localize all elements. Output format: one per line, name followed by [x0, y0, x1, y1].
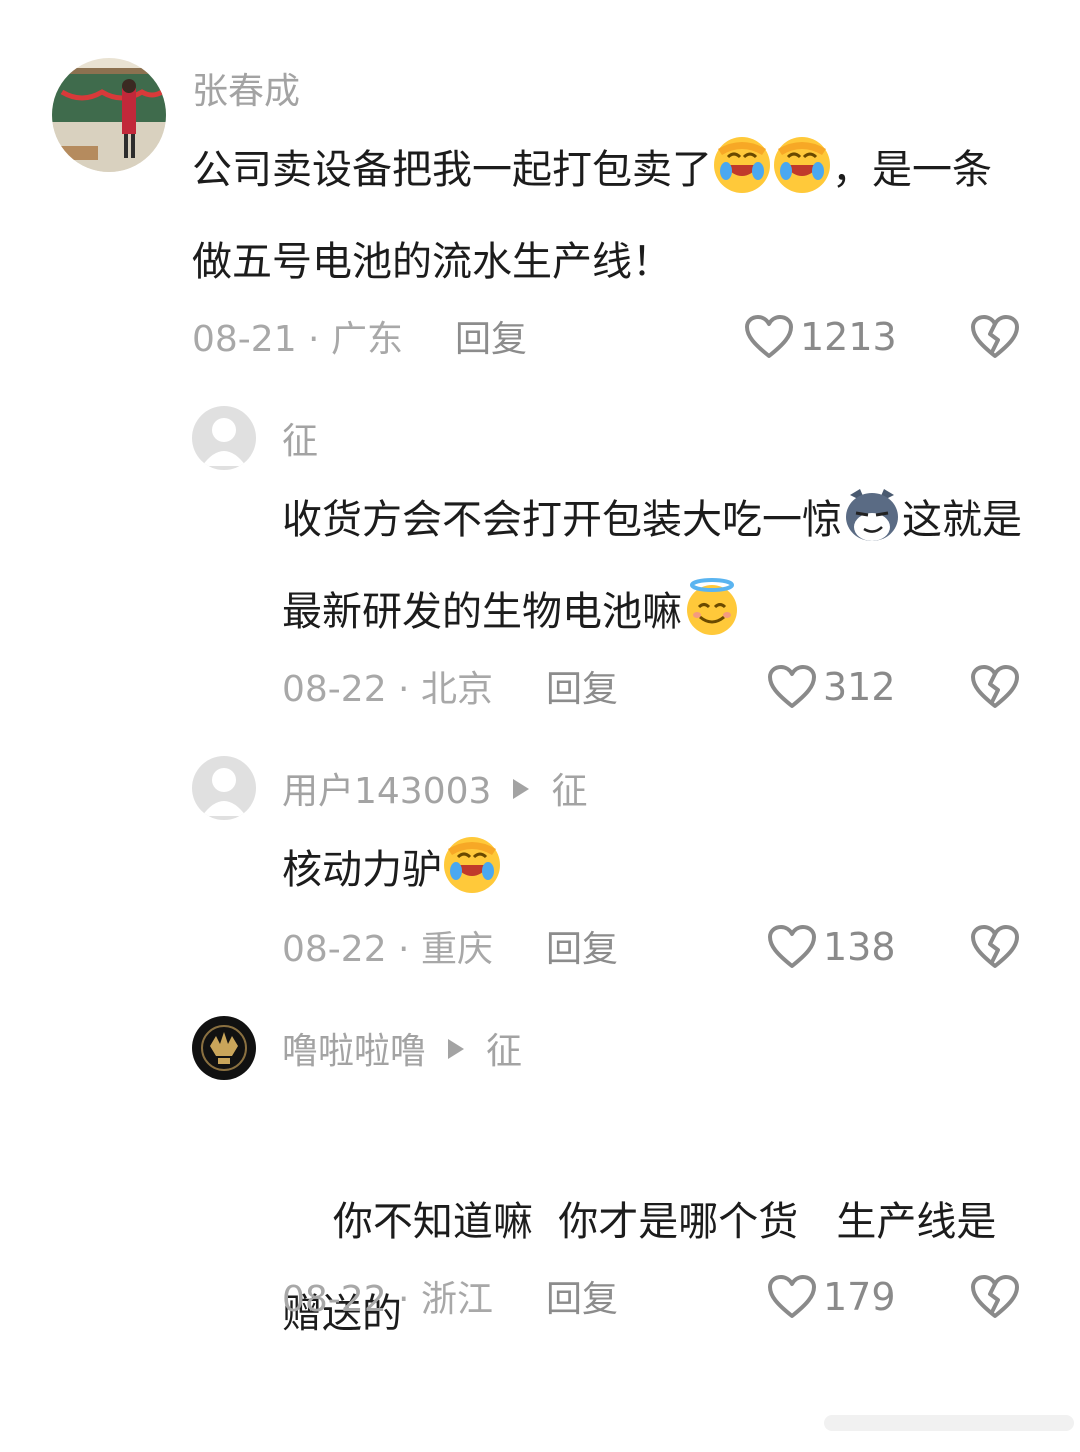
date-location: 08-22 · 重庆 [282, 929, 493, 970]
smiling-halo-emoji [687, 578, 737, 635]
reply-button[interactable]: 回复 [546, 1278, 618, 1322]
reply-to-username[interactable]: 征 [486, 1031, 522, 1072]
broken-heart-icon [971, 315, 1019, 358]
username[interactable]: 征 [282, 420, 318, 464]
reply-button[interactable]: 回复 [546, 928, 618, 972]
facepalm-laughing-emoji [774, 137, 830, 193]
heart-outline-icon [745, 315, 793, 358]
avatar[interactable] [192, 1016, 256, 1080]
like-button[interactable]: 312 [767, 664, 896, 710]
broken-heart-icon [971, 665, 1019, 708]
comment-text: 公司卖设备把我一起打包卖了 ，是一条做五号电池的流水生产线！ [192, 124, 1022, 308]
facepalm-laughing-emoji [444, 837, 500, 893]
date-location: 08-21 · 广东 [192, 319, 403, 360]
heart-outline-icon [768, 1275, 816, 1318]
username[interactable]: 张春成 [192, 70, 300, 114]
dislike-button[interactable] [970, 314, 1020, 364]
comment-text: 你不知道嘛 你才是哪个货 生产线是赠送的 [282, 1199, 997, 1337]
heart-outline-icon [768, 665, 816, 708]
dislike-button[interactable] [970, 924, 1020, 974]
comment-text: 收货方会不会打开包装大吃一惊 这就是最新研发的生物电池嘛 [282, 474, 1032, 658]
username[interactable]: 噜啦啦噜 [282, 1031, 426, 1072]
dislike-button[interactable] [970, 664, 1020, 714]
date-location: 08-22 · 浙江 [282, 1279, 493, 1320]
avatar[interactable] [52, 58, 166, 172]
like-count: 312 [823, 665, 896, 709]
reply-arrow-icon [513, 779, 530, 799]
reply-button[interactable]: 回复 [455, 318, 527, 362]
avatar[interactable] [192, 406, 256, 470]
dislike-button[interactable] [970, 1274, 1020, 1324]
reply-to-username[interactable]: 征 [551, 771, 587, 812]
like-count: 179 [823, 1275, 896, 1319]
like-button[interactable]: 179 [767, 1274, 896, 1320]
username[interactable]: 用户143003 [282, 771, 491, 812]
comment-text: 核动力驴 [282, 824, 1032, 916]
heart-outline-icon [768, 925, 816, 968]
username-row: 用户143003 征 [282, 770, 587, 814]
reply-arrow-icon [448, 1039, 465, 1059]
like-button[interactable]: 1213 [744, 314, 897, 360]
broken-heart-icon [971, 1275, 1019, 1318]
broken-heart-icon [971, 925, 1019, 968]
like-count: 138 [823, 925, 896, 969]
date-location: 08-22 · 北京 [282, 669, 493, 710]
smirking-dog-emoji [846, 489, 898, 541]
reply-button[interactable]: 回复 [546, 668, 618, 712]
like-button[interactable]: 138 [767, 924, 896, 970]
username-row: 噜啦啦噜 征 [282, 1030, 522, 1074]
watermark [824, 1415, 1074, 1431]
like-count: 1213 [800, 315, 897, 359]
facepalm-laughing-emoji [714, 137, 770, 193]
avatar[interactable] [192, 756, 256, 820]
